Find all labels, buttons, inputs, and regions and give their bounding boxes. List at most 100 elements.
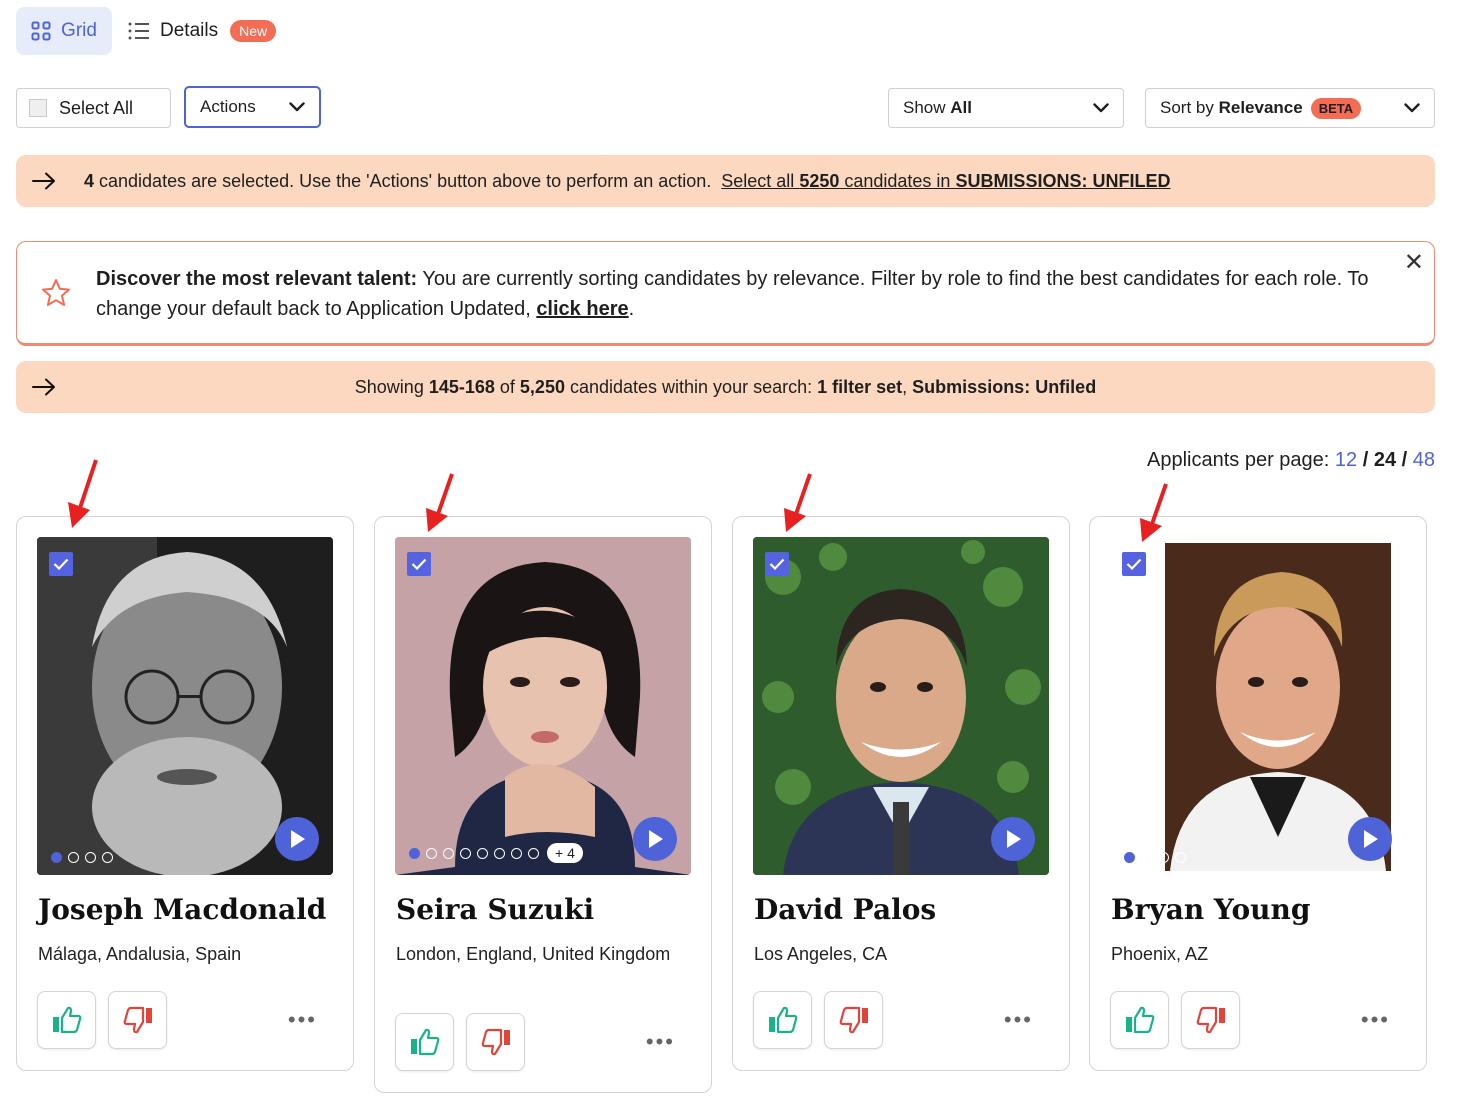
selected-checkbox[interactable] [765, 552, 789, 576]
close-icon[interactable]: ✕ [1404, 248, 1424, 277]
results-summary-text: Showing 145-168 of 5,250 candidates with… [354, 376, 1097, 397]
check-icon [411, 558, 427, 570]
per-page-label: Applicants per page: [1147, 449, 1335, 471]
annotation-arrow-icon [784, 473, 812, 532]
photo-carousel-dots[interactable] [51, 852, 113, 863]
play-video-button[interactable] [633, 817, 677, 861]
candidate-name[interactable]: Joseph Macdonald [38, 893, 326, 926]
thumbs-up-icon [52, 1006, 81, 1034]
per-page-12[interactable]: 12 [1335, 449, 1357, 471]
thumbs-up-button[interactable] [753, 991, 812, 1049]
grid-view-button[interactable]: Grid [16, 7, 112, 55]
vote-actions [753, 991, 883, 1049]
vote-actions [37, 991, 167, 1049]
play-icon [649, 830, 663, 848]
arrow-right-icon [32, 378, 55, 396]
thumbs-up-icon [768, 1006, 797, 1034]
play-icon [291, 830, 305, 848]
thumbs-down-icon [123, 1006, 152, 1034]
candidate-location: Málaga, Andalusia, Spain [38, 944, 242, 964]
per-page-24[interactable]: 24 [1374, 449, 1396, 471]
thumbs-up-icon [1125, 1006, 1154, 1034]
play-video-button[interactable] [275, 817, 319, 861]
play-video-button[interactable] [991, 817, 1035, 861]
selected-checkbox[interactable] [1122, 552, 1146, 576]
details-view-label: Details [160, 20, 219, 41]
applicants-per-page: Applicants per page: 12 / 24 / 48 [1147, 449, 1435, 471]
relevance-message: Discover the most relevant talent: You a… [96, 268, 1369, 320]
candidate-card[interactable]: Bryan Young Phoenix, AZ ••• [1089, 516, 1427, 1071]
candidate-location: Phoenix, AZ [1111, 944, 1209, 964]
list-icon [128, 22, 149, 40]
sort-dropdown[interactable]: Sort by Relevance BETA [1145, 88, 1435, 128]
candidate-card[interactable]: Joseph Macdonald Málaga, Andalusia, Spai… [16, 516, 354, 1071]
photo-carousel-dots[interactable]: + 4 [409, 843, 583, 863]
relevance-info-banner: Discover the most relevant talent: You a… [16, 241, 1435, 346]
sort-label: Sort by Relevance BETA [1160, 98, 1362, 119]
chevron-down-icon [289, 102, 305, 112]
candidate-location: Los Angeles, CA [754, 944, 888, 964]
show-filter-label: Show All [903, 98, 972, 117]
arrow-right-icon [32, 172, 55, 190]
candidate-card[interactable]: + 4 Seira Suzuki London, England, United… [374, 516, 712, 1093]
actions-label: Actions [200, 97, 256, 116]
candidate-photo[interactable]: + 4 [395, 537, 691, 875]
thumbs-down-icon [1196, 1006, 1225, 1034]
change-default-link[interactable]: click here [536, 298, 628, 320]
play-icon [1007, 830, 1021, 848]
thumbs-up-icon [410, 1028, 439, 1056]
candidate-name[interactable]: Seira Suzuki [396, 893, 594, 926]
beta-badge: BETA [1310, 98, 1362, 119]
grid-view-label: Grid [61, 20, 97, 41]
thumbs-down-button[interactable] [466, 1013, 525, 1071]
details-view-button[interactable]: Details New [128, 20, 277, 42]
candidate-name[interactable]: David Palos [754, 893, 936, 926]
chevron-down-icon [1404, 103, 1420, 113]
thumbs-down-button[interactable] [824, 991, 883, 1049]
candidate-photo[interactable] [753, 537, 1049, 875]
more-options-icon[interactable]: ••• [288, 1007, 317, 1033]
more-options-icon[interactable]: ••• [1361, 1007, 1390, 1033]
checkbox-icon [29, 99, 47, 117]
select-all-candidates-link[interactable]: Select all 5250 candidates in SUBMISSION… [721, 171, 1170, 192]
annotation-arrow-icon [68, 459, 98, 528]
play-icon [1364, 830, 1378, 848]
more-options-icon[interactable]: ••• [1004, 1007, 1033, 1033]
thumbs-down-icon [481, 1028, 510, 1056]
thumbs-up-button[interactable] [1110, 991, 1169, 1049]
results-summary-banner: Showing 145-168 of 5,250 candidates with… [16, 361, 1435, 413]
star-icon [42, 279, 70, 306]
selected-checkbox[interactable] [49, 552, 73, 576]
show-filter-dropdown[interactable]: Show All [888, 88, 1124, 128]
selection-banner: 4 candidates are selected. Use the 'Acti… [16, 155, 1435, 207]
more-photos-count: + 4 [547, 843, 583, 863]
annotation-arrow-icon [1140, 483, 1168, 542]
photo-carousel-dots[interactable] [1124, 852, 1186, 863]
candidate-location: London, England, United Kingdom [396, 944, 671, 964]
thumbs-down-button[interactable] [108, 991, 167, 1049]
view-toggle: Grid Details New [16, 7, 277, 55]
annotation-arrow-icon [426, 473, 454, 532]
selection-text: 4 candidates are selected. Use the 'Acti… [84, 170, 712, 191]
candidate-photo[interactable] [1110, 537, 1406, 875]
check-icon [1126, 558, 1142, 570]
candidate-photo[interactable] [37, 537, 333, 875]
new-badge: New [230, 20, 277, 42]
vote-actions [1110, 991, 1240, 1049]
candidate-card[interactable]: David Palos Los Angeles, CA ••• [732, 516, 1070, 1071]
grid-icon [31, 21, 51, 41]
per-page-48[interactable]: 48 [1413, 449, 1435, 471]
more-options-icon[interactable]: ••• [646, 1029, 675, 1055]
thumbs-up-button[interactable] [37, 991, 96, 1049]
select-all-checkbox[interactable]: Select All [16, 88, 171, 128]
selected-checkbox[interactable] [407, 552, 431, 576]
thumbs-down-icon [839, 1006, 868, 1034]
play-video-button[interactable] [1348, 817, 1392, 861]
chevron-down-icon [1093, 103, 1109, 113]
candidate-name[interactable]: Bryan Young [1111, 893, 1310, 926]
select-all-label: Select All [59, 97, 134, 118]
check-icon [769, 558, 785, 570]
thumbs-up-button[interactable] [395, 1013, 454, 1071]
thumbs-down-button[interactable] [1181, 991, 1240, 1049]
actions-dropdown[interactable]: Actions [184, 86, 321, 128]
